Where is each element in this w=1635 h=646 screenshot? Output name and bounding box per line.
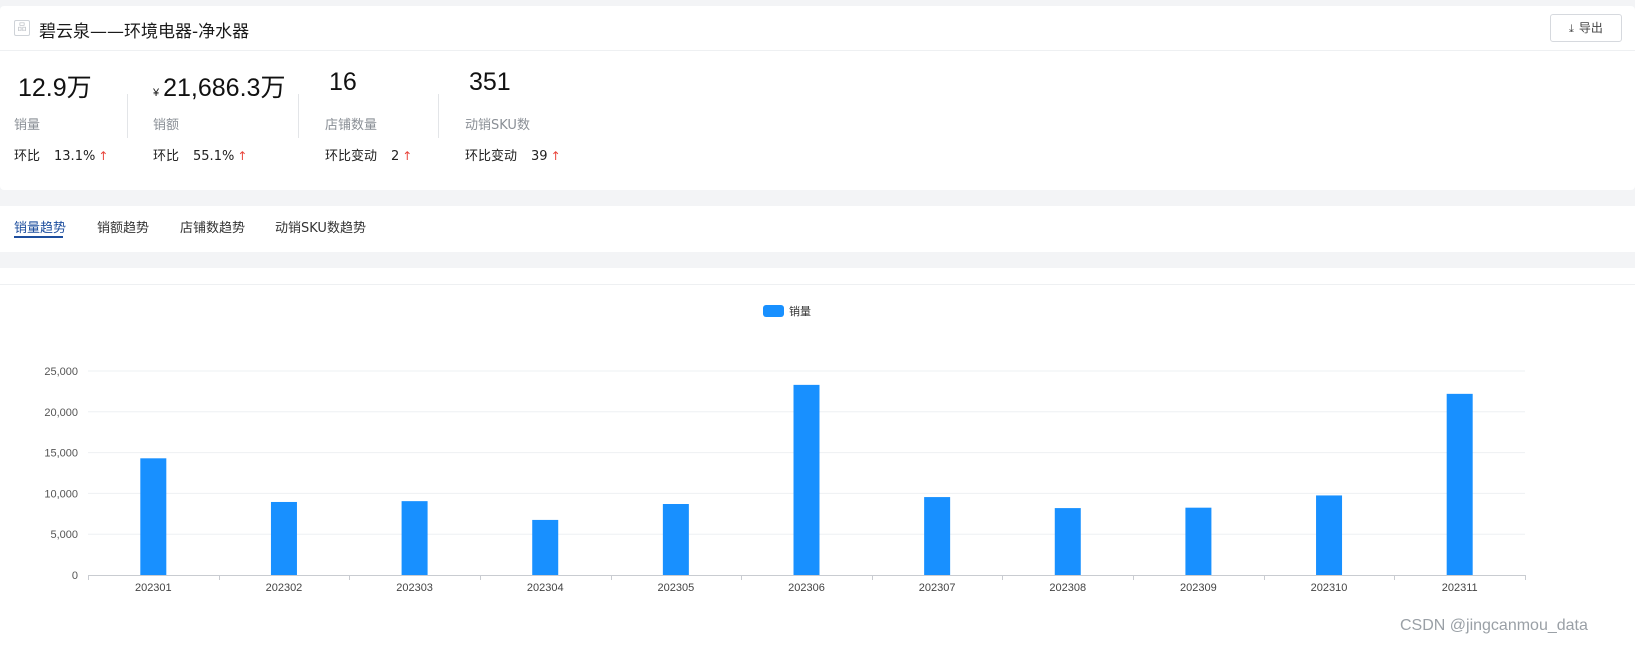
bar [1185, 507, 1212, 575]
bar [270, 501, 297, 575]
legend-swatch [763, 305, 784, 317]
x-tick-label: 202310 [1311, 582, 1348, 594]
download-icon: ⤓ [1569, 22, 1574, 35]
x-tick-label: 202307 [919, 582, 956, 594]
brand-image-icon: 品 [14, 20, 30, 36]
x-tick-label: 202311 [1442, 582, 1478, 594]
arrow-up-icon: ↑ [550, 149, 561, 163]
metric-divider [298, 94, 299, 138]
y-tick-label: 25,000 [44, 366, 78, 378]
x-tick-label: 202301 [135, 582, 172, 594]
metric-divider [438, 94, 439, 138]
watermark: CSDN @jingcanmou_data [1400, 617, 1588, 634]
metric-sales-amount: ¥21,686.3万 销额 环比 55.1% ↑ [153, 68, 293, 168]
bar [793, 384, 820, 575]
metric-value: 351 [469, 68, 511, 96]
bar [924, 497, 951, 575]
active-tab-indicator [14, 236, 63, 238]
x-tick-label: 202308 [1049, 582, 1086, 594]
y-tick-label: 5,000 [50, 529, 78, 541]
metric-comparison: 环比变动 2 ↑ [325, 149, 413, 164]
metric-label: 动销SKU数 [465, 118, 530, 133]
x-tick-label: 202309 [1180, 582, 1217, 594]
metric-value: 12.9万 [18, 74, 92, 102]
bar [662, 504, 689, 575]
chart-card: 0 5,000 10,000 15,000 20,000 25,000 202301 2023… [0, 268, 1635, 646]
x-tick-label: 202306 [788, 582, 825, 594]
metric-comparison: 环比 13.1% ↑ [14, 149, 109, 164]
metric-label: 店铺数量 [325, 118, 378, 133]
metric-comparison: 环比 55.1% ↑ [153, 149, 248, 164]
metric-divider [127, 94, 128, 138]
y-tick-label: 10,000 [44, 488, 78, 500]
export-button[interactable]: ⤓ 导出 [1550, 14, 1622, 42]
metric-store-count: 16 店铺数量 环比变动 2 ↑ [325, 68, 435, 168]
bar [1316, 495, 1343, 575]
bar [1054, 508, 1081, 575]
bar [1446, 393, 1473, 575]
y-tick-label: 20,000 [44, 407, 78, 419]
arrow-up-icon: ↑ [402, 149, 413, 163]
bar [140, 458, 167, 575]
x-tick-label: 202304 [527, 582, 564, 594]
bar-chart: 0 5,000 10,000 15,000 20,000 25,000 202301 2023… [44, 304, 1526, 594]
arrow-up-icon: ↑ [237, 149, 248, 163]
y-tick-label: 15,000 [44, 448, 78, 460]
page-title: 碧云泉——环境电器-净水器 [39, 22, 250, 42]
y-tick-label: 0 [72, 570, 78, 582]
tab-bar: 销量趋势 销额趋势 店铺数趋势 动销SKU数趋势 [0, 206, 1635, 252]
x-tick-label: 202302 [266, 582, 303, 594]
metric-comparison: 环比变动 39 ↑ [465, 149, 561, 164]
arrow-up-icon: ↑ [98, 149, 109, 163]
x-tick-label: 202305 [658, 582, 695, 594]
metric-label: 销量 [14, 118, 41, 133]
metric-sales-volume: 12.9万 销量 环比 13.1% ↑ [14, 68, 124, 168]
x-tick-label: 202303 [396, 582, 433, 594]
legend-label: 销量 [789, 304, 811, 318]
title-bar: 品 碧云泉——环境电器-净水器 ⤓ 导出 [0, 6, 1635, 51]
metric-label: 销额 [153, 118, 180, 133]
metric-active-sku: 351 动销SKU数 环比变动 39 ↑ [465, 68, 595, 168]
export-label: 导出 [1578, 21, 1603, 35]
bar [401, 501, 428, 575]
bar [532, 519, 559, 575]
summary-card: 品 碧云泉——环境电器-净水器 ⤓ 导出 12.9万 销量 环比 13.1% ↑ ¥2… [0, 6, 1635, 190]
metric-value: ¥21,686.3万 [153, 74, 286, 102]
metric-value: 16 [329, 68, 357, 96]
